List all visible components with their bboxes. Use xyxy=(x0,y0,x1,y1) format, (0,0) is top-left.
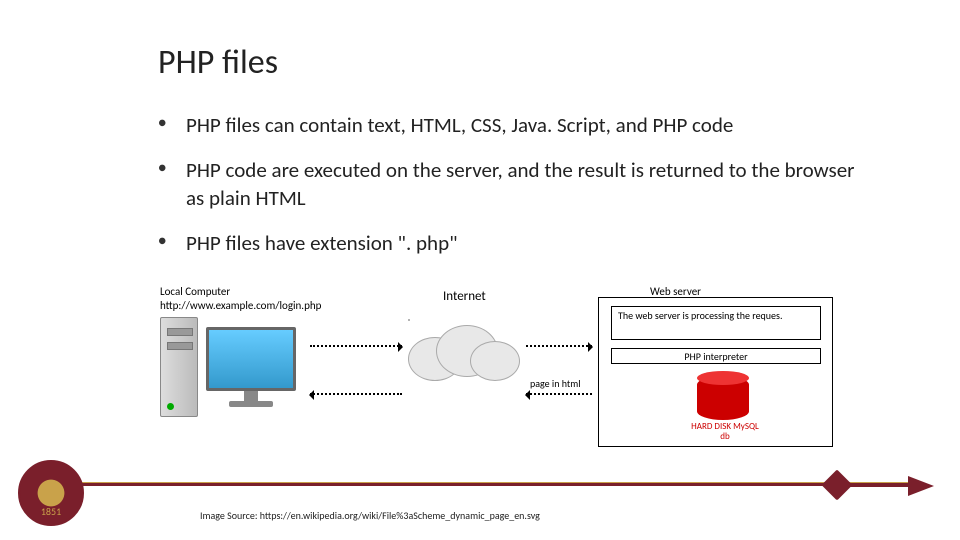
disk-icon xyxy=(697,376,749,420)
arrow-response-in xyxy=(310,393,402,395)
arrow-to-server xyxy=(526,345,592,347)
footer-divider xyxy=(80,482,920,486)
computer-tower-icon xyxy=(160,317,198,417)
university-seal-icon: 1851 xyxy=(18,460,84,526)
local-url-label: http://www.example.com/login.php xyxy=(160,299,321,312)
processing-label: The web server is processing the reques. xyxy=(611,306,821,340)
bullet-list: PHP files can contain text, HTML, CSS, J… xyxy=(158,112,870,275)
php-interpreter-label: PHP interpreter xyxy=(611,348,821,364)
local-computer-label: Local Computer xyxy=(160,285,230,298)
image-credit: Image Source: https://en.wikipedia.org/w… xyxy=(200,509,540,522)
monitor-icon xyxy=(206,327,296,417)
bullet-item: PHP code are executed on the server, and… xyxy=(158,157,870,212)
internet-label: Internet xyxy=(443,289,486,304)
bullet-item: PHP files have extension ". php" xyxy=(158,230,870,257)
architecture-diagram: Local Computer http://www.example.com/lo… xyxy=(150,285,850,455)
bullet-item: PHP files can contain text, HTML, CSS, J… xyxy=(158,112,870,139)
arrow-request-out xyxy=(310,345,402,347)
slide: PHP files PHP files can contain text, HT… xyxy=(0,0,960,540)
disk-label: HARD DISK MySQL db xyxy=(689,422,761,442)
slide-title: PHP files xyxy=(158,42,278,83)
page-in-html-label: page in html xyxy=(530,377,581,390)
spear-icon xyxy=(830,470,940,500)
arrow-from-server xyxy=(526,393,592,395)
webserver-box: The web server is processing the reques.… xyxy=(598,297,833,447)
cloud-icon xyxy=(408,319,518,389)
seal-year: 1851 xyxy=(41,505,61,518)
